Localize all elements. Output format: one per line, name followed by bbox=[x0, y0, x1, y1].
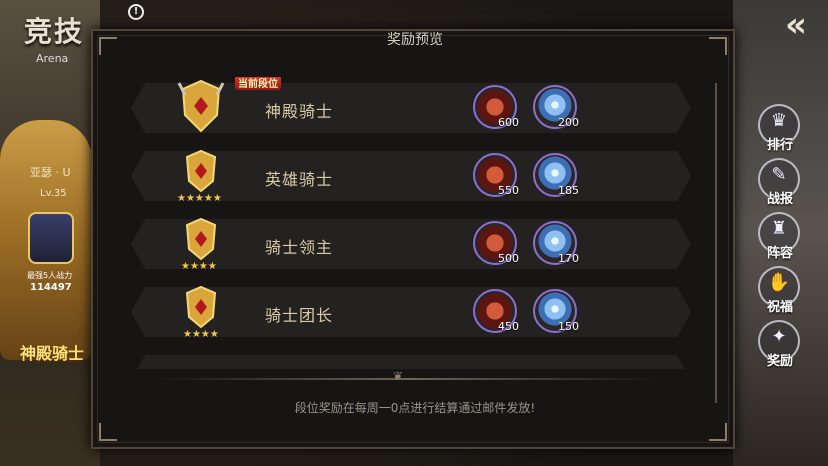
tier-name: 骑士团长 bbox=[265, 306, 334, 325]
tier-list[interactable]: 当前段位 神殿骑士 600 200 ★★★★★ 英雄骑士 550 185 ★★★… bbox=[131, 77, 691, 369]
dialog-title: 奖励预览 bbox=[387, 32, 443, 48]
current-rank-tag: 当前段位 bbox=[235, 77, 281, 90]
gem-reward[interactable]: 170 bbox=[533, 221, 579, 265]
reward-count: 500 bbox=[498, 252, 519, 265]
arena-screen: { "header": { "title": "竞技", "subtitle":… bbox=[0, 0, 828, 466]
gem-reward[interactable]: 200 bbox=[533, 85, 579, 129]
gem-reward[interactable]: 185 bbox=[533, 153, 579, 197]
rank-badge-icon: ★★★★ bbox=[183, 285, 219, 339]
reward-count: 170 bbox=[558, 252, 579, 265]
avatar bbox=[28, 212, 74, 264]
gem-reward[interactable]: 150 bbox=[533, 289, 579, 333]
reward-icon: ✦ bbox=[771, 326, 787, 347]
rank-badge-icon bbox=[177, 79, 225, 133]
gold-reward[interactable]: 500 bbox=[473, 221, 519, 265]
reward-count: 185 bbox=[558, 184, 579, 197]
tier-row: ★★★★ 骑士领主 500 170 bbox=[131, 217, 691, 271]
side-button-lineup[interactable]: ♜ 阵容 bbox=[754, 212, 806, 264]
tier-name: 英雄骑士 bbox=[265, 170, 334, 189]
svg-text:★★★★: ★★★★ bbox=[183, 329, 219, 339]
reward-count: 450 bbox=[498, 320, 519, 333]
tier-row: ★★★★ 骑士团长 450 150 bbox=[131, 285, 691, 339]
side-button-blessing[interactable]: ✋ 祝福 bbox=[754, 266, 806, 318]
tier-row: ★★★★★ 英雄骑士 550 185 bbox=[131, 149, 691, 203]
tier-name: 神殿骑士 bbox=[265, 102, 334, 121]
player-rank: 神殿骑士 bbox=[20, 344, 85, 363]
blessing-icon: ✋ bbox=[767, 272, 791, 293]
gold-reward[interactable]: 600 bbox=[473, 85, 519, 129]
tier-row: 当前段位 神殿骑士 600 200 bbox=[131, 77, 691, 133]
power-label: 最强5人战力 bbox=[27, 271, 73, 280]
reward-count: 600 bbox=[498, 116, 519, 129]
reward-count: 200 bbox=[558, 116, 579, 129]
scrollbar[interactable] bbox=[715, 83, 717, 403]
svg-text:★★★★★: ★★★★★ bbox=[177, 193, 222, 203]
rank-badge-icon: ★★★★ bbox=[181, 217, 217, 271]
reward-count: 550 bbox=[498, 184, 519, 197]
page-subtitle: Arena bbox=[36, 52, 69, 65]
info-icon[interactable]: ! bbox=[128, 4, 144, 20]
side-button-reward[interactable]: ✦ 奖励 bbox=[754, 320, 806, 372]
page-title: 竞技 bbox=[24, 15, 85, 48]
player-level: Lv.35 bbox=[40, 188, 67, 199]
divider bbox=[159, 378, 659, 380]
tier-name: 骑士领主 bbox=[265, 238, 334, 257]
rank-badge-icon: ★★★★★ bbox=[177, 149, 222, 203]
ornament-icon: ❦ bbox=[393, 369, 404, 383]
battle-report-icon: ✎ bbox=[771, 164, 787, 185]
player-name: 亚瑟 · U bbox=[30, 166, 71, 179]
back-button[interactable]: « bbox=[772, 8, 820, 44]
footer-note: 段位奖励在每周一0点进行结算通过邮件发放! bbox=[294, 401, 536, 415]
side-button-ranking[interactable]: ♛ 排行 bbox=[754, 104, 806, 156]
lineup-icon: ♜ bbox=[770, 218, 788, 239]
reward-preview-dialog: 奖励预览 当前段位 神殿骑士 600 200 ★★★★★ 英雄骑士 550 18… bbox=[91, 29, 735, 449]
power-value: 114497 bbox=[30, 282, 72, 293]
reward-count: 150 bbox=[558, 320, 579, 333]
side-button-battle-report[interactable]: ✎ 战报 bbox=[754, 158, 806, 210]
gold-reward[interactable]: 450 bbox=[473, 289, 519, 333]
svg-text:★★★★: ★★★★ bbox=[181, 261, 217, 271]
ranking-icon: ♛ bbox=[770, 110, 788, 131]
double-chevron-left-icon: « bbox=[785, 5, 807, 45]
tier-row bbox=[131, 355, 691, 369]
gold-reward[interactable]: 550 bbox=[473, 153, 519, 197]
